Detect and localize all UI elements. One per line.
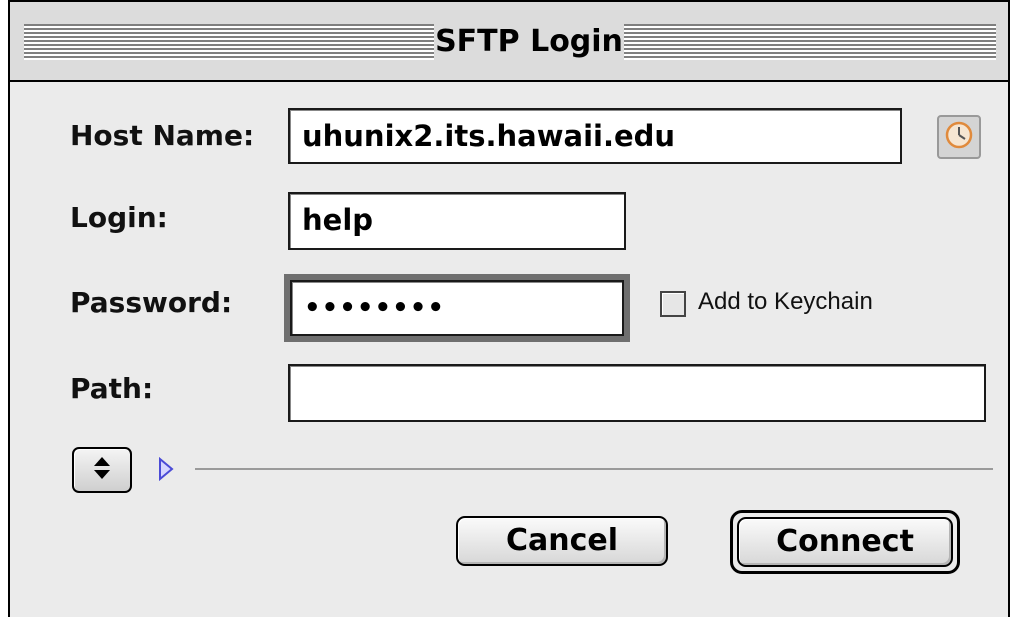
- cancel-button[interactable]: Cancel: [456, 516, 668, 566]
- sftp-login-dialog: SFTP Login Host Name: uhunix2.its.hawaii…: [8, 0, 1010, 617]
- options-stepper-button[interactable]: [72, 447, 132, 493]
- add-to-keychain-label[interactable]: Add to Keychain: [698, 288, 873, 316]
- up-down-arrows-icon: [92, 455, 112, 485]
- path-label: Path:: [70, 372, 154, 405]
- history-button[interactable]: [937, 115, 981, 159]
- host-name-value: uhunix2.its.hawaii.edu: [302, 119, 676, 153]
- add-to-keychain-checkbox[interactable]: [660, 291, 686, 317]
- host-name-field[interactable]: uhunix2.its.hawaii.edu: [288, 108, 902, 164]
- password-label: Password:: [70, 286, 233, 319]
- host-name-label: Host Name:: [70, 119, 255, 152]
- separator-line: [195, 468, 993, 470]
- clock-icon: [944, 120, 974, 154]
- title-bar-stripes-left: [24, 24, 434, 60]
- window-title: SFTP Login: [434, 18, 624, 66]
- login-label: Login:: [70, 201, 168, 234]
- password-field[interactable]: ••••••••: [284, 274, 630, 342]
- path-field[interactable]: [288, 364, 986, 422]
- title-bar-stripes-right: [624, 24, 996, 60]
- connect-button[interactable]: Connect: [737, 517, 953, 567]
- password-value: ••••••••: [304, 293, 445, 323]
- disclosure-triangle-icon[interactable]: [158, 456, 174, 485]
- login-field[interactable]: help: [288, 192, 626, 250]
- title-bar[interactable]: SFTP Login: [10, 2, 1008, 82]
- login-value: help: [302, 203, 374, 237]
